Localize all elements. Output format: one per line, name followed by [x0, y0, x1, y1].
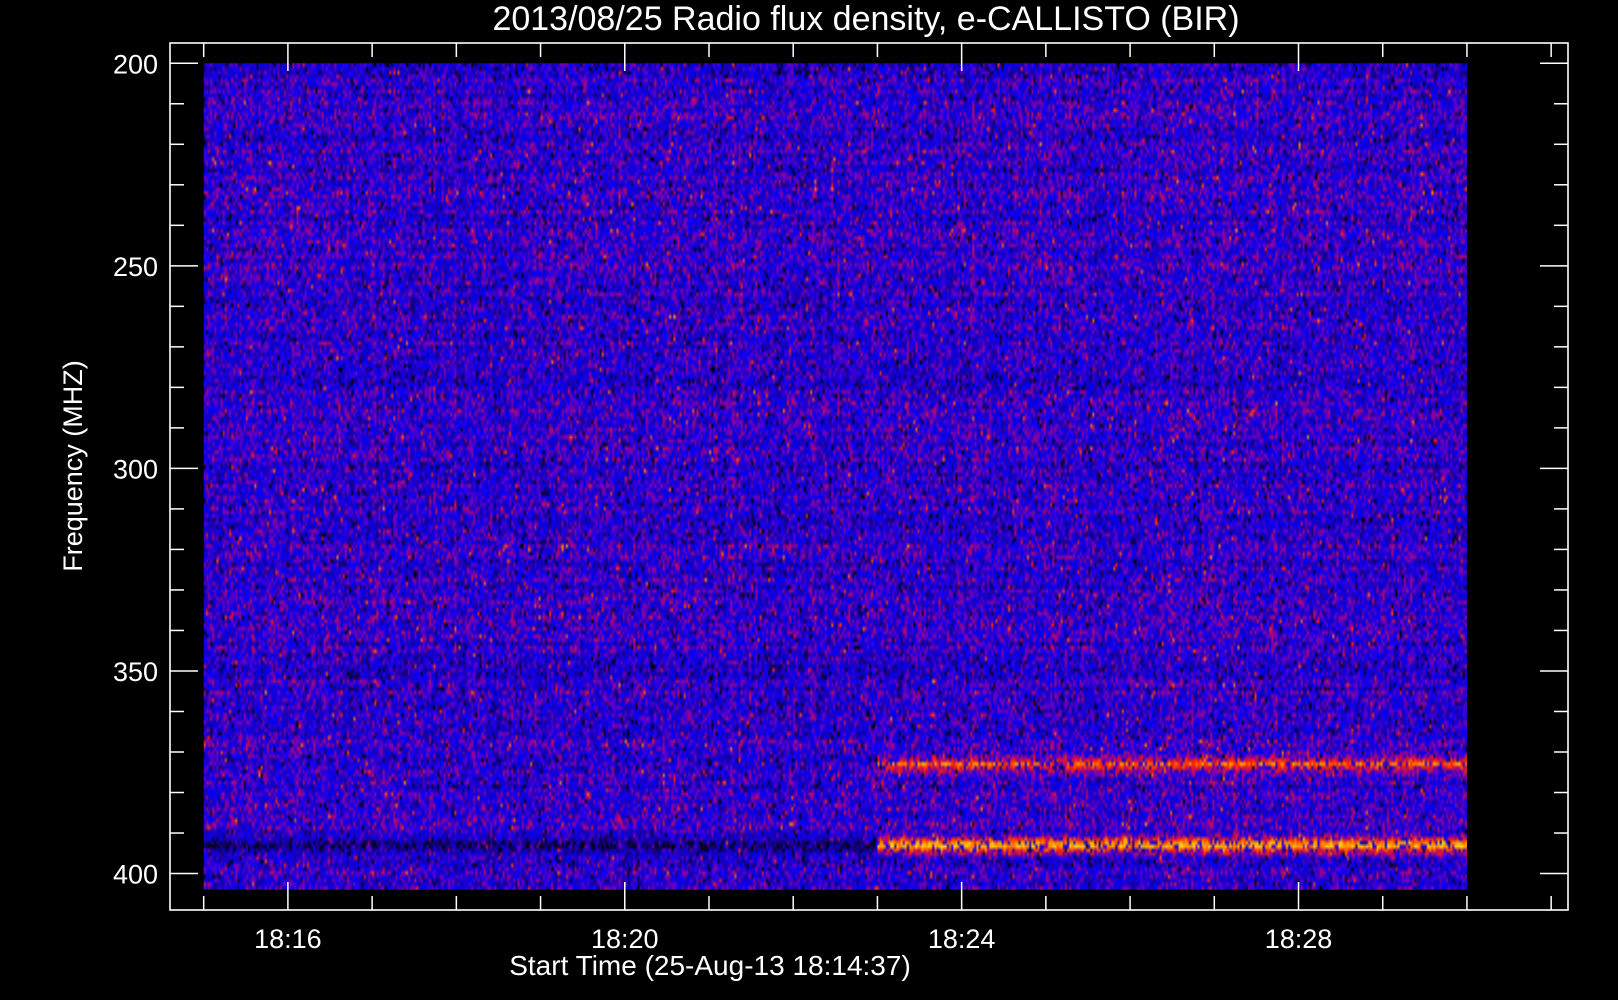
y-tick-label: 400 — [113, 860, 158, 890]
spectrogram-figure: 2013/08/25 Radio flux density, e-CALLIST… — [0, 0, 1618, 1000]
x-tick-label: 18:16 — [254, 924, 322, 954]
y-tick-label: 300 — [113, 454, 158, 484]
y-tick-label: 250 — [113, 252, 158, 282]
chart-title: 2013/08/25 Radio flux density, e-CALLIST… — [492, 0, 1239, 38]
y-axis-label: Frequency (MHZ) — [58, 360, 88, 572]
x-axis-label: Start Time (25-Aug-13 18:14:37) — [509, 950, 911, 981]
x-tick-label: 18:24 — [928, 924, 996, 954]
y-tick-label: 200 — [113, 49, 158, 79]
y-tick-label: 350 — [113, 657, 158, 687]
spectrogram-heatmap — [203, 63, 1467, 890]
x-tick-label: 18:28 — [1265, 924, 1333, 954]
